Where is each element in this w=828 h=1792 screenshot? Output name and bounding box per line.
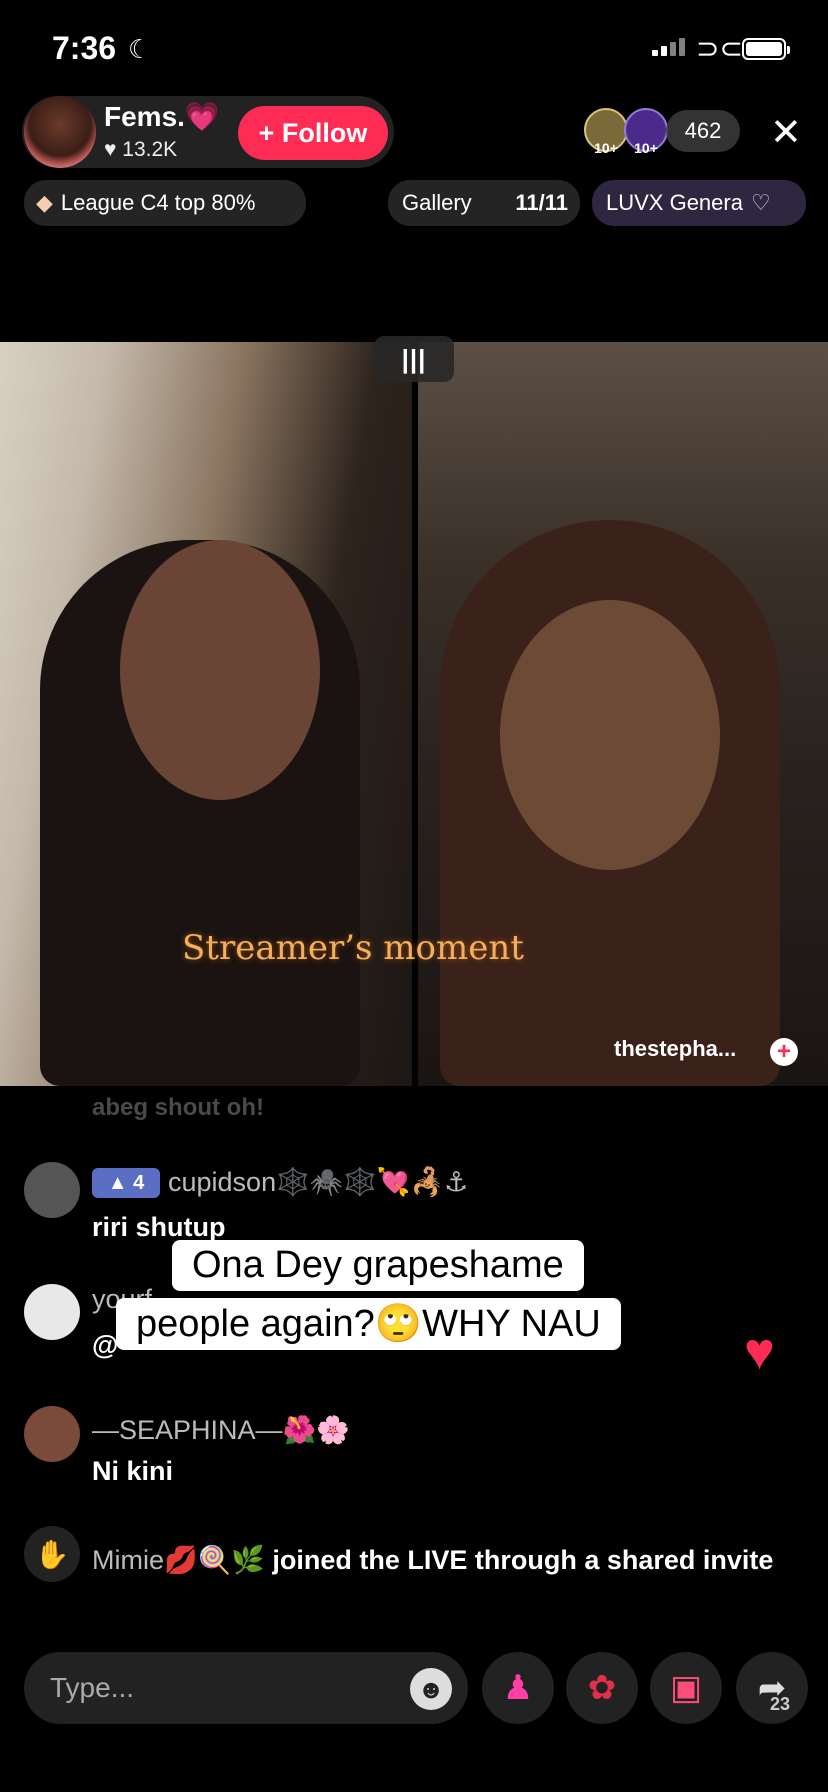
viewer-badge: 10+: [594, 140, 618, 156]
top-viewer-avatar[interactable]: 10+: [584, 108, 628, 156]
link-icon: ⊃⊂: [696, 33, 743, 64]
gift-icon[interactable]: ▣: [650, 1652, 722, 1724]
battery-icon: [742, 38, 790, 60]
host-avatar[interactable]: [24, 96, 96, 168]
host-face: [120, 540, 320, 800]
join-message: Mimie💋🍭🌿 joined the LIVE through a share…: [92, 1540, 792, 1580]
video-divider: [412, 342, 418, 1086]
comment-avatar[interactable]: [24, 1284, 80, 1340]
moon-icon: ☾: [128, 34, 152, 64]
follow-button[interactable]: + Follow: [238, 106, 388, 160]
caption-line-1: Ona Dey grapeshame: [172, 1240, 584, 1291]
comment-text: @: [92, 1330, 119, 1360]
comment-avatar[interactable]: [24, 1162, 80, 1218]
comment-input[interactable]: Type...: [24, 1652, 468, 1724]
guest-name-tag[interactable]: thestepha...: [614, 1036, 736, 1062]
heart-icon: ♥: [744, 1323, 775, 1381]
comment-text: riri shutup: [92, 1212, 226, 1242]
streamer-moment-label: Streamer’s moment: [182, 928, 524, 968]
comment-username[interactable]: cupidson🕸️🕷️🕸️💘🦂⚓: [168, 1166, 468, 1198]
signal-icon: [652, 38, 685, 56]
emoji-icon[interactable]: ☻: [410, 1668, 452, 1710]
gallery-pill[interactable]: Gallery 11/11: [388, 180, 580, 226]
heart-outline-icon: ♡: [750, 190, 771, 215]
gallery-label: Gallery: [402, 190, 472, 215]
level-badge: ▲ 4: [92, 1168, 160, 1198]
rose-icon[interactable]: ✿: [566, 1652, 638, 1724]
wave-icon: ✋: [24, 1526, 80, 1582]
diamond-icon: ◆: [36, 190, 53, 215]
guest-follow-button[interactable]: +: [770, 1038, 798, 1066]
guest-face: [500, 600, 720, 870]
league-pill[interactable]: ◆ League C4 top 80%: [24, 180, 306, 226]
close-icon[interactable]: ✕: [770, 110, 802, 155]
host-likes: ♥ 13.2K: [104, 138, 178, 161]
host-name[interactable]: Fems.💗: [104, 100, 220, 133]
cohost-icon[interactable]: ♟: [482, 1652, 554, 1724]
comment-text: Ni kini: [92, 1456, 174, 1486]
league-label: League C4 top 80%: [60, 190, 256, 215]
top-viewer-avatar[interactable]: 10+: [624, 108, 668, 156]
caption-line-2: people again?🙄WHY NAU: [116, 1298, 621, 1350]
viewer-count[interactable]: 462: [666, 110, 740, 152]
luvx-label: LUVX Genera: [606, 190, 743, 215]
viewer-badge: 10+: [634, 140, 658, 156]
status-time: 7:36: [52, 30, 117, 66]
gallery-count: 11/11: [515, 190, 568, 215]
comment-username[interactable]: —SEAPHINA—🌺🌸: [92, 1414, 350, 1446]
luvx-pill[interactable]: LUVX Genera ♡: [592, 180, 806, 226]
join-username[interactable]: Mimie💋🍭🌿: [92, 1545, 265, 1575]
comment-avatar[interactable]: [24, 1406, 80, 1462]
faded-comment: abeg shout oh!: [92, 1094, 264, 1121]
split-handle[interactable]: |||: [374, 336, 454, 382]
join-text: joined the LIVE through a shared invite: [264, 1545, 774, 1575]
share-count: 23: [770, 1694, 791, 1714]
